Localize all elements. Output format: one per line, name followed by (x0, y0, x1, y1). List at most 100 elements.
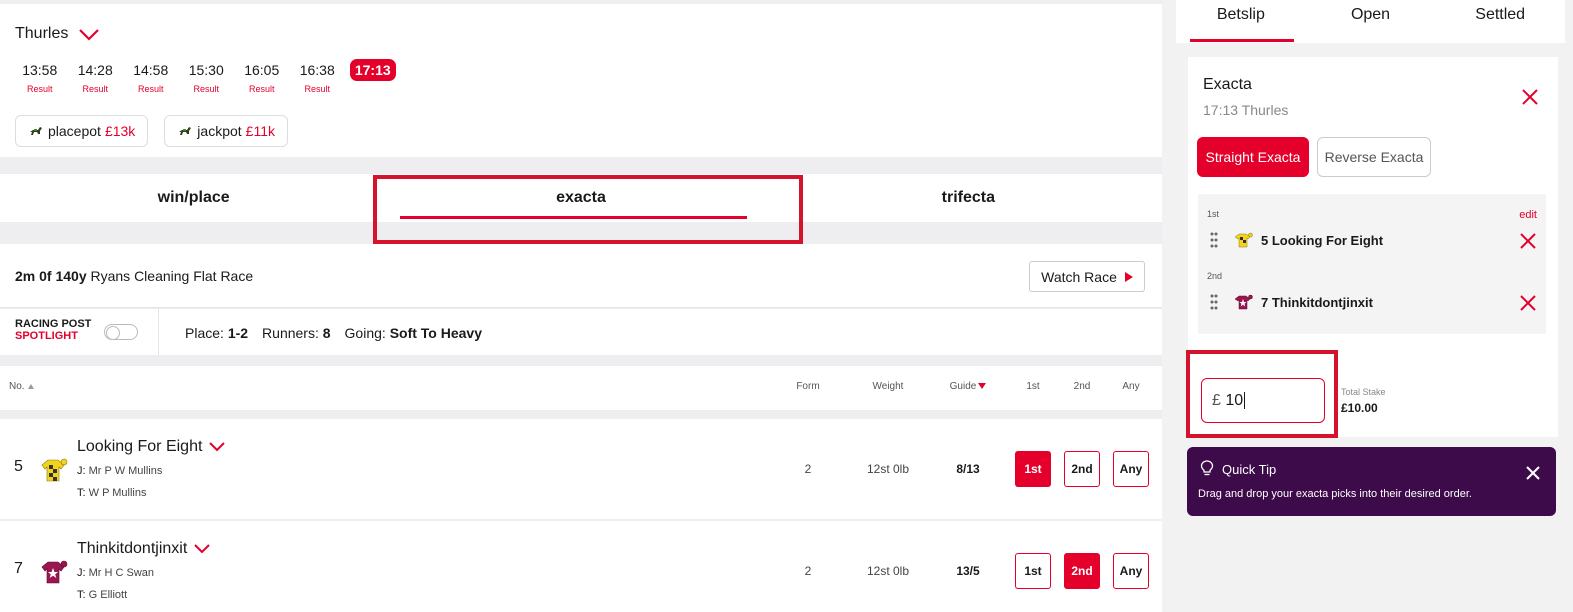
trainer-name: G Elliott (88, 589, 128, 601)
runner-guide-odds: 8/13 (956, 462, 980, 476)
sort-by-guide[interactable]: Guide (944, 381, 992, 392)
total-stake-label: Total Stake (1341, 387, 1386, 397)
tab-win-place[interactable]: win/place (0, 174, 387, 222)
meeting-card: Thurles 13:58 Result 14:28 Result 14:58 Res… (0, 4, 1162, 157)
jockey-silk-icon (1234, 232, 1253, 248)
pick-second-button[interactable]: 2nd (1064, 553, 1100, 589)
selection-list: 1st edit 5 Looking For Eight 2nd 7 Think… (1198, 194, 1546, 334)
race-time-item[interactable]: 16:05 Result (234, 60, 290, 94)
runner-name: Thinkitdontjinxit (77, 540, 188, 557)
race-status: Result (82, 84, 108, 94)
chevron-down-icon (79, 29, 100, 41)
race-time: 17:13 (349, 59, 396, 81)
runner-number: 7 (14, 560, 23, 577)
pick-second-button[interactable]: 2nd (1064, 451, 1100, 487)
pick-first-button[interactable]: 1st (1015, 451, 1051, 487)
race-distance: 2m 0f 140y (15, 268, 87, 284)
runner-form: 2 (804, 462, 812, 476)
spotlight-wordmark: SPOTLIGHT (15, 330, 78, 342)
pick-any-button[interactable]: Any (1113, 451, 1149, 487)
placepot-button[interactable]: placepot £13k (15, 115, 149, 147)
racecard-panel: Thurles 13:58 Result 14:28 Result 14:58 Res… (0, 0, 1162, 612)
total-stake-value: £10.00 (1341, 401, 1378, 415)
tab-settled[interactable]: Settled (1435, 0, 1565, 43)
runner-name: Looking For Eight (77, 438, 203, 455)
jockey-prefix: J: (77, 567, 86, 579)
watch-race-label: Watch Race (1041, 268, 1117, 285)
sort-by-number[interactable]: No. (9, 381, 34, 392)
remove-selection-icon[interactable] (1518, 231, 1538, 251)
race-status: Result (26, 84, 53, 94)
remove-selection-icon[interactable] (1518, 293, 1538, 313)
jockey: J: Mr H C Swan (77, 567, 154, 579)
runner-form: 2 (804, 564, 812, 578)
trainer-prefix: T: (77, 589, 86, 601)
bet-type-title: Exacta (1203, 76, 1252, 93)
spotlight-toggle[interactable] (104, 324, 138, 340)
close-icon[interactable] (1520, 87, 1540, 107)
pick-first-button[interactable]: 1st (1015, 553, 1051, 589)
chevron-down-icon (209, 442, 226, 452)
lightbulb-icon (1200, 460, 1214, 476)
quick-tip-title: Quick Tip (1222, 462, 1277, 477)
race-time-item[interactable]: 14:28 Result (68, 60, 124, 94)
edit-link[interactable]: edit (1519, 209, 1537, 221)
race-status: Result (137, 84, 164, 94)
pool-label: placepot (48, 123, 101, 139)
racing-post-logo: RACING POST SPOTLIGHT (15, 318, 91, 342)
divider (158, 309, 159, 355)
tab-betslip[interactable]: Betslip (1176, 0, 1306, 43)
race-time: 16:05 (244, 62, 280, 78)
race-time-item[interactable]: 15:30 Result (179, 60, 235, 94)
straight-exacta-button[interactable]: Straight Exacta (1197, 137, 1309, 177)
runner-name-toggle[interactable]: Thinkitdontjinxit (77, 540, 211, 558)
race-time-item[interactable]: 14:58 Result (123, 60, 179, 94)
watch-race-button[interactable]: Watch Race (1029, 261, 1145, 292)
runners-label: Runners: (262, 325, 319, 341)
place-info: Place: 1-2 (185, 325, 248, 341)
jockey-prefix: J: (77, 465, 86, 477)
race-time: 15:30 (188, 62, 224, 78)
drag-handle-icon[interactable] (1210, 232, 1218, 248)
going-value: Soft To Heavy (389, 325, 482, 341)
sort-down-icon (978, 383, 987, 390)
quick-tip-text: Drag and drop your exacta picks into the… (1198, 488, 1472, 500)
racing-post-wordmark: RACING POST (15, 318, 92, 330)
race-status: Result (304, 84, 330, 94)
meeting-selector[interactable]: Thurles (15, 25, 100, 43)
going-label: Going: (344, 325, 386, 341)
tab-trifecta[interactable]: trifecta (775, 174, 1162, 222)
pool-label: jackpot (197, 123, 242, 139)
race-time: 13:58 (22, 62, 58, 78)
race-time-item[interactable]: 13:58 Result (12, 60, 68, 94)
trainer: T: W P Mullins (77, 487, 147, 499)
play-icon (1124, 271, 1133, 282)
col-second: 2nd (1073, 381, 1091, 392)
bet-race-label: 17:13 Thurles (1203, 102, 1289, 118)
drag-handle-icon[interactable] (1210, 294, 1218, 310)
race-time: 16:38 (299, 62, 335, 78)
highlight-box-exacta-tab (373, 175, 803, 244)
race-times: 13:58 Result 14:28 Result 14:58 Result 15:3… (12, 59, 401, 94)
tab-open[interactable]: Open (1306, 0, 1436, 43)
selection-name: 7 Thinkitdontjinxit (1261, 295, 1373, 310)
meeting-name: Thurles (15, 25, 69, 42)
sort-up-icon (27, 383, 34, 389)
runner-weight: 12st 0lb (866, 564, 910, 578)
runner-table-header: No. Form Weight Guide 1st 2nd Any (0, 366, 1162, 410)
race-time-item[interactable]: 16:38 Result (290, 60, 346, 94)
col-weight: Weight (872, 381, 904, 392)
close-icon[interactable] (1525, 465, 1541, 481)
pick-any-button[interactable]: Any (1113, 553, 1149, 589)
race-time: 14:58 (133, 62, 169, 78)
race-time-item-selected[interactable]: 17:13 (345, 59, 401, 94)
jockey: J: Mr P W Mullins (77, 465, 162, 477)
quick-tip-banner: Quick Tip Drag and drop your exacta pick… (1187, 447, 1556, 516)
reverse-exacta-button[interactable]: Reverse Exacta (1317, 137, 1431, 177)
runner-row: 5 Looking For Eight J: Mr P W Mullins T:… (0, 419, 1162, 519)
runner-number: 5 (14, 458, 23, 475)
col-any: Any (1122, 381, 1140, 392)
runner-name-toggle[interactable]: Looking For Eight (77, 438, 226, 456)
race-name: Ryans Cleaning Flat Race (90, 268, 254, 284)
jackpot-button[interactable]: jackpot £11k (164, 115, 288, 147)
